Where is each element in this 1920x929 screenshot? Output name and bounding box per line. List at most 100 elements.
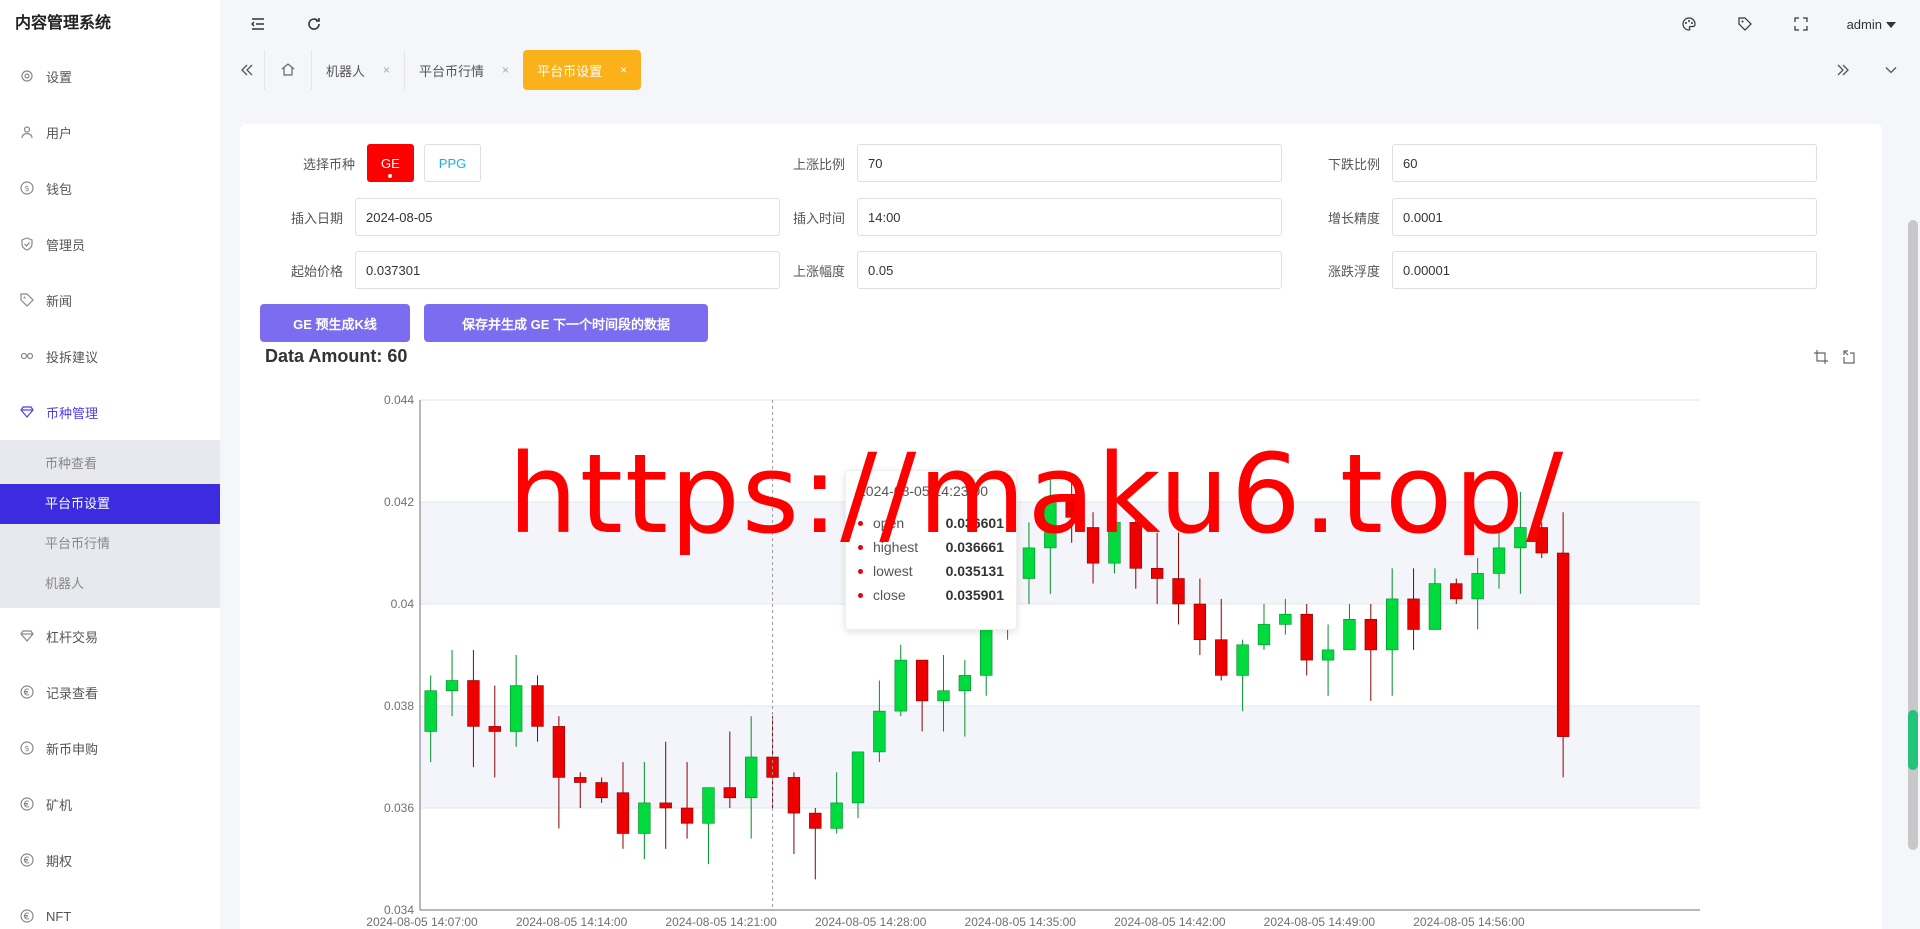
submenu-item-platform-coin-market[interactable]: 平台币行情	[0, 524, 220, 564]
submenu-item-platform-coin-settings[interactable]: 平台币设置	[0, 484, 220, 524]
pregenerate-kline-button[interactable]: GE 预生成K线	[260, 304, 410, 342]
fall-ratio-input[interactable]	[1392, 144, 1817, 182]
sidebar-item-new-coin[interactable]: $ 新币申购	[0, 720, 220, 776]
candle-body	[531, 685, 544, 727]
insert-date-label: 插入日期	[290, 210, 343, 226]
candle-body	[830, 802, 843, 829]
rise-ratio-row: 上涨比例	[775, 144, 1282, 182]
x-tick-label: 2024-08-05 14:56:00	[1413, 915, 1525, 929]
candle-body	[1279, 613, 1292, 625]
sidebar-item-settings[interactable]: 设置	[0, 48, 220, 104]
candle-body	[702, 787, 715, 824]
start-price-input[interactable]	[355, 251, 780, 289]
candle-body	[1535, 527, 1548, 554]
tab-platform-coin-market[interactable]: 平台币行情 ×	[404, 50, 523, 90]
submenu-item-coin-view[interactable]: 币种查看	[0, 444, 220, 484]
submenu-item-robot[interactable]: 机器人	[0, 564, 220, 604]
sidebar-item-admins[interactable]: 管理员	[0, 216, 220, 272]
y-tick-label: 0.044	[384, 393, 414, 407]
fluctuation-label: 涨跌浮度	[1327, 263, 1380, 279]
candlestick-chart[interactable]: 0.0340.0360.0380.040.0420.0442024-08-05 …	[240, 380, 1700, 929]
sidebar-item-label: 新闻	[46, 293, 73, 309]
tabs-scroll-left-icon[interactable]	[230, 48, 264, 92]
candle-body	[1044, 496, 1057, 549]
sidebar-item-news[interactable]: 新闻	[0, 272, 220, 328]
x-tick-label: 2024-08-05 14:42:00	[1114, 915, 1226, 929]
fall-ratio-row: 下跌比例	[1310, 144, 1817, 182]
candle-body	[787, 777, 801, 814]
user-icon	[20, 125, 34, 139]
precision-input[interactable]	[1392, 198, 1817, 236]
user-menu[interactable]: admin	[1847, 17, 1896, 32]
palette-icon[interactable]	[1679, 14, 1699, 34]
restore-icon[interactable]	[1841, 349, 1857, 370]
close-icon[interactable]: ×	[620, 63, 627, 77]
save-generate-next-button[interactable]: 保存并生成 GE 下一个时间段的数据	[424, 304, 708, 342]
sidebar-item-users[interactable]: 用户	[0, 104, 220, 160]
y-tick-label: 0.038	[384, 699, 414, 713]
fluctuation-input[interactable]	[1392, 251, 1817, 289]
tab-label: 平台币设置	[537, 63, 603, 79]
candle-body	[1450, 583, 1463, 600]
tag-icon[interactable]	[1735, 14, 1755, 34]
sidebar-item-miner[interactable]: 矿机	[0, 776, 220, 832]
sidebar-item-records[interactable]: 记录查看	[0, 664, 220, 720]
grid-band	[420, 808, 1700, 910]
candle-body	[1022, 547, 1036, 579]
candle-body	[980, 629, 993, 676]
candle-body	[574, 777, 587, 783]
insert-time-label: 插入时间	[792, 210, 845, 226]
x-tick-label: 2024-08-05 14:49:00	[1264, 915, 1376, 929]
page-scrollbar[interactable]	[1906, 100, 1920, 929]
candle-body	[1514, 527, 1527, 549]
sidebar-item-options[interactable]: 期权	[0, 832, 220, 888]
candle-body	[1150, 568, 1164, 579]
candle-body	[1364, 619, 1377, 651]
rise-ratio-label: 上涨比例	[792, 156, 845, 172]
coin-select-label: 选择币种	[302, 156, 355, 172]
sidebar-item-wallet[interactable]: $ 钱包	[0, 160, 220, 216]
fullscreen-icon[interactable]	[1791, 14, 1811, 34]
coin-ppg-button[interactable]: PPG	[423, 144, 482, 182]
data-amount-label: Data Amount: 60	[265, 346, 408, 366]
candle-body	[424, 690, 437, 732]
sidebar-item-label: 矿机	[46, 797, 73, 813]
sidebar-item-nft[interactable]: NFT	[0, 888, 220, 929]
tooltip-row-lowest: lowest 0.035131	[858, 559, 1004, 583]
candle-body	[1086, 527, 1100, 564]
sidebar-item-suggestions[interactable]: 投拆建议	[0, 328, 220, 384]
candle-body	[1129, 522, 1142, 569]
zoom-icon[interactable]	[1813, 349, 1829, 370]
candle-body	[680, 807, 694, 824]
insert-time-input[interactable]	[857, 198, 1282, 236]
close-icon[interactable]: ×	[383, 63, 390, 77]
grid-band	[420, 400, 1700, 502]
euro-circle-icon	[20, 909, 34, 923]
tooltip-row-highest: highest 0.036661	[858, 535, 1004, 559]
tabs-scroll-right-icon[interactable]	[1826, 48, 1860, 92]
sidebar-item-label: 设置	[46, 69, 73, 85]
rise-ratio-input[interactable]	[857, 144, 1282, 182]
dollar-circle-icon: $	[20, 741, 34, 755]
rise-range-input[interactable]	[857, 251, 1282, 289]
insert-date-input[interactable]	[355, 198, 780, 236]
candle-body	[1172, 578, 1185, 605]
candle-body	[1428, 583, 1442, 630]
menu-fold-icon[interactable]	[248, 14, 268, 34]
candle-body	[659, 802, 672, 809]
sidebar-item-coin-management[interactable]: 币种管理	[0, 384, 220, 440]
candle-body	[445, 680, 459, 691]
scrollbar-indicator	[1908, 710, 1918, 770]
x-tick-label: 2024-08-05 14:07:00	[366, 915, 478, 929]
insert-date-row: 插入日期	[273, 198, 780, 236]
candle-body	[937, 690, 950, 702]
chevron-down-icon[interactable]	[1874, 48, 1908, 92]
close-icon[interactable]: ×	[502, 63, 509, 77]
tab-robot[interactable]: 机器人 ×	[311, 50, 404, 90]
tab-platform-coin-settings[interactable]: 平台币设置 ×	[523, 50, 642, 90]
sidebar-item-leverage[interactable]: 杠杆交易	[0, 608, 220, 664]
tab-home[interactable]	[264, 50, 311, 90]
candle-body	[1300, 613, 1313, 661]
refresh-icon[interactable]	[304, 14, 324, 34]
coin-ge-button[interactable]: GE	[367, 144, 414, 182]
